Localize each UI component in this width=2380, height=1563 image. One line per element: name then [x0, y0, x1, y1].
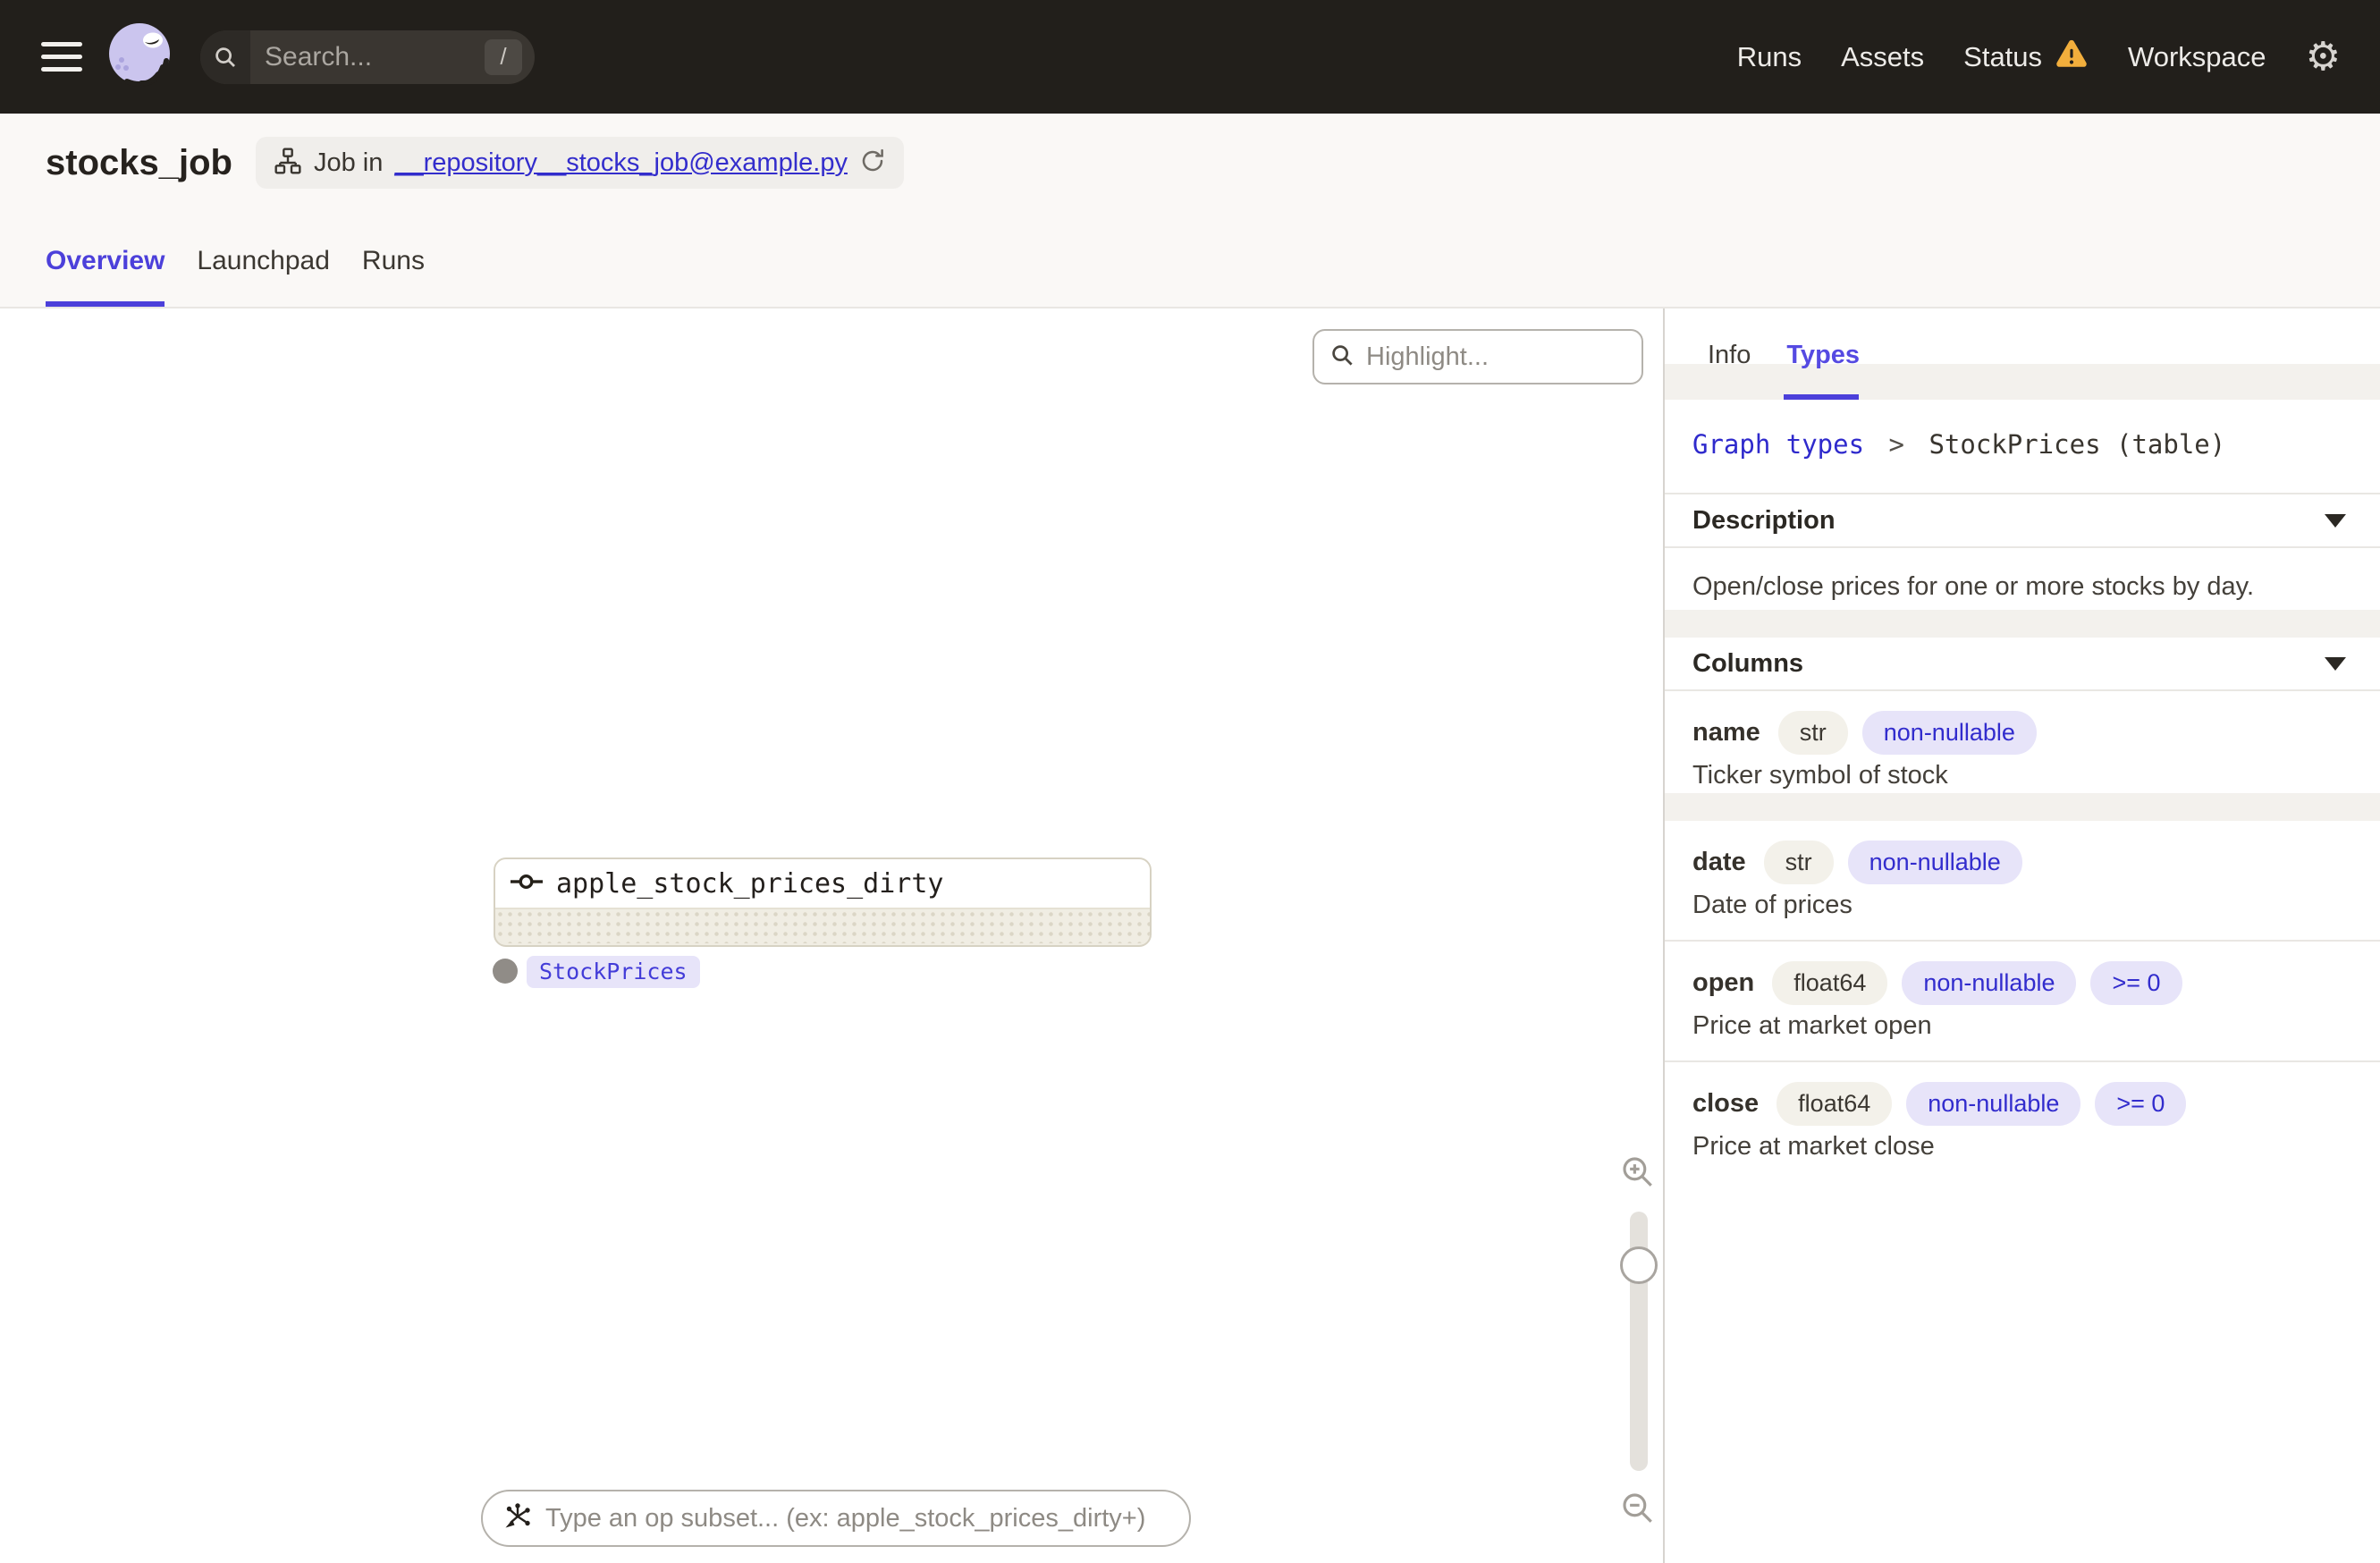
column-type-chip: str [1777, 711, 1848, 755]
tab-launchpad[interactable]: Launchpad [197, 246, 329, 307]
column-badge-chip: non-nullable [1861, 711, 2037, 755]
zoom-out-icon[interactable] [1618, 1489, 1656, 1531]
job-origin-chip: Job in __repository__stocks_job@example.… [255, 137, 904, 189]
top-nav-links: Runs Assets Status Workspace ⚙ [1737, 37, 2341, 77]
column-type-chip: float64 [1772, 961, 1888, 1005]
column-constraint-chip: >= 0 [2095, 1082, 2187, 1126]
column-name: date [1692, 848, 1746, 876]
breadcrumb: Graph types > StockPrices (table) [1665, 400, 2380, 493]
section-separator-band [1665, 610, 2380, 638]
collapse-caret-icon [2325, 656, 2346, 671]
column-row-date: date str non-nullable Date of prices [1665, 821, 2380, 940]
reload-icon[interactable] [859, 148, 886, 179]
search-shortcut-badge: / [485, 38, 522, 75]
breadcrumb-separator: > [1888, 429, 1904, 460]
panel-tab-types[interactable]: Types [1786, 341, 1860, 370]
column-description: Price at market close [1692, 1132, 1935, 1161]
repository-file-link[interactable]: __repository__stocks_job@example.py [394, 148, 848, 178]
zoom-in-icon[interactable] [1618, 1153, 1656, 1195]
highlight-input[interactable] [1366, 342, 1627, 372]
search-icon [200, 30, 250, 84]
highlight-search-icon [1329, 342, 1355, 373]
page-title: stocks_job [46, 142, 232, 182]
nav-status[interactable]: Status [1963, 38, 2089, 76]
column-description: Date of prices [1692, 891, 1853, 919]
op-subset-wrapper [481, 1490, 1191, 1547]
column-row-name: name str non-nullable Ticker symbol of s… [1665, 691, 2380, 793]
job-page-header: stocks_job Job in __repository__stocks_j… [0, 114, 2380, 308]
column-row-close: close float64 non-nullable >= 0 Price at… [1665, 1062, 2380, 1181]
op-icon [510, 872, 544, 896]
column-name: name [1692, 718, 1760, 747]
column-description: Ticker symbol of stock [1692, 761, 1948, 790]
column-name: open [1692, 968, 1755, 997]
op-node-title: apple_stock_prices_dirty [556, 867, 944, 900]
graph-canvas[interactable]: apple_stock_prices_dirty StockPrices [0, 308, 1663, 1563]
tab-runs[interactable]: Runs [362, 246, 425, 307]
description-text: Open/close prices for one or more stocks… [1692, 572, 2255, 601]
description-section-header[interactable]: Description [1665, 494, 2380, 548]
section-separator-band [1665, 793, 2380, 821]
op-subset-input[interactable] [545, 1503, 1169, 1533]
zoom-slider-thumb[interactable] [1620, 1246, 1658, 1284]
columns-section-header[interactable]: Columns [1665, 638, 2380, 691]
op-node-body [495, 909, 1150, 943]
op-selector-icon [502, 1501, 533, 1536]
column-badge-chip: non-nullable [1902, 961, 2077, 1005]
type-info-panel: Info Types Graph types > StockPrices (ta… [1665, 308, 2380, 1563]
column-type-chip: float64 [1777, 1082, 1893, 1126]
output-type-tag[interactable]: StockPrices [527, 956, 700, 988]
column-constraint-chip: >= 0 [2090, 961, 2182, 1005]
warning-icon [2055, 38, 2089, 76]
column-name: close [1692, 1089, 1760, 1118]
tab-overview[interactable]: Overview [46, 246, 165, 307]
dagster-app-window: Search... / Runs Assets Status Workspace… [0, 0, 2380, 1563]
nav-runs[interactable]: Runs [1737, 41, 1802, 73]
job-graph-icon [274, 147, 302, 180]
columns-section-label: Columns [1692, 648, 1804, 678]
breadcrumb-graph-types-link[interactable]: Graph types [1692, 429, 1864, 460]
job-origin-prefix: Job in [313, 148, 384, 177]
job-tabs: Overview Launchpad Runs [46, 246, 425, 307]
column-badge-chip: non-nullable [1847, 841, 2022, 884]
top-navigation-bar: Search... / Runs Assets Status Workspace… [0, 0, 2380, 114]
column-description: Price at market open [1692, 1011, 1932, 1040]
panel-tab-info[interactable]: Info [1708, 341, 1751, 370]
nav-workspace[interactable]: Workspace [2128, 41, 2266, 73]
global-search[interactable]: Search... / [200, 30, 535, 84]
panel-tab-bar: Info Types [1665, 308, 2380, 400]
nav-assets[interactable]: Assets [1841, 41, 1924, 73]
panel-tab-active-underline [1784, 394, 1859, 400]
settings-gear-icon[interactable]: ⚙ [2306, 37, 2341, 77]
collapse-caret-icon [2325, 513, 2346, 528]
column-type-chip: str [1763, 841, 1834, 884]
description-section-label: Description [1692, 505, 1836, 535]
dagster-logo-icon[interactable] [102, 18, 181, 97]
column-badge-chip: non-nullable [1906, 1082, 2081, 1126]
output-port-dot[interactable] [493, 959, 518, 984]
menu-icon[interactable] [41, 42, 82, 72]
column-row-open: open float64 non-nullable >= 0 Price at … [1665, 942, 2380, 1060]
op-node-apple-stock-prices-dirty[interactable]: apple_stock_prices_dirty [494, 858, 1152, 947]
nav-status-label: Status [1963, 40, 2043, 72]
breadcrumb-current: StockPrices (table) [1928, 429, 2226, 460]
search-placeholder: Search... [265, 41, 373, 72]
highlight-input-wrapper [1312, 329, 1643, 384]
